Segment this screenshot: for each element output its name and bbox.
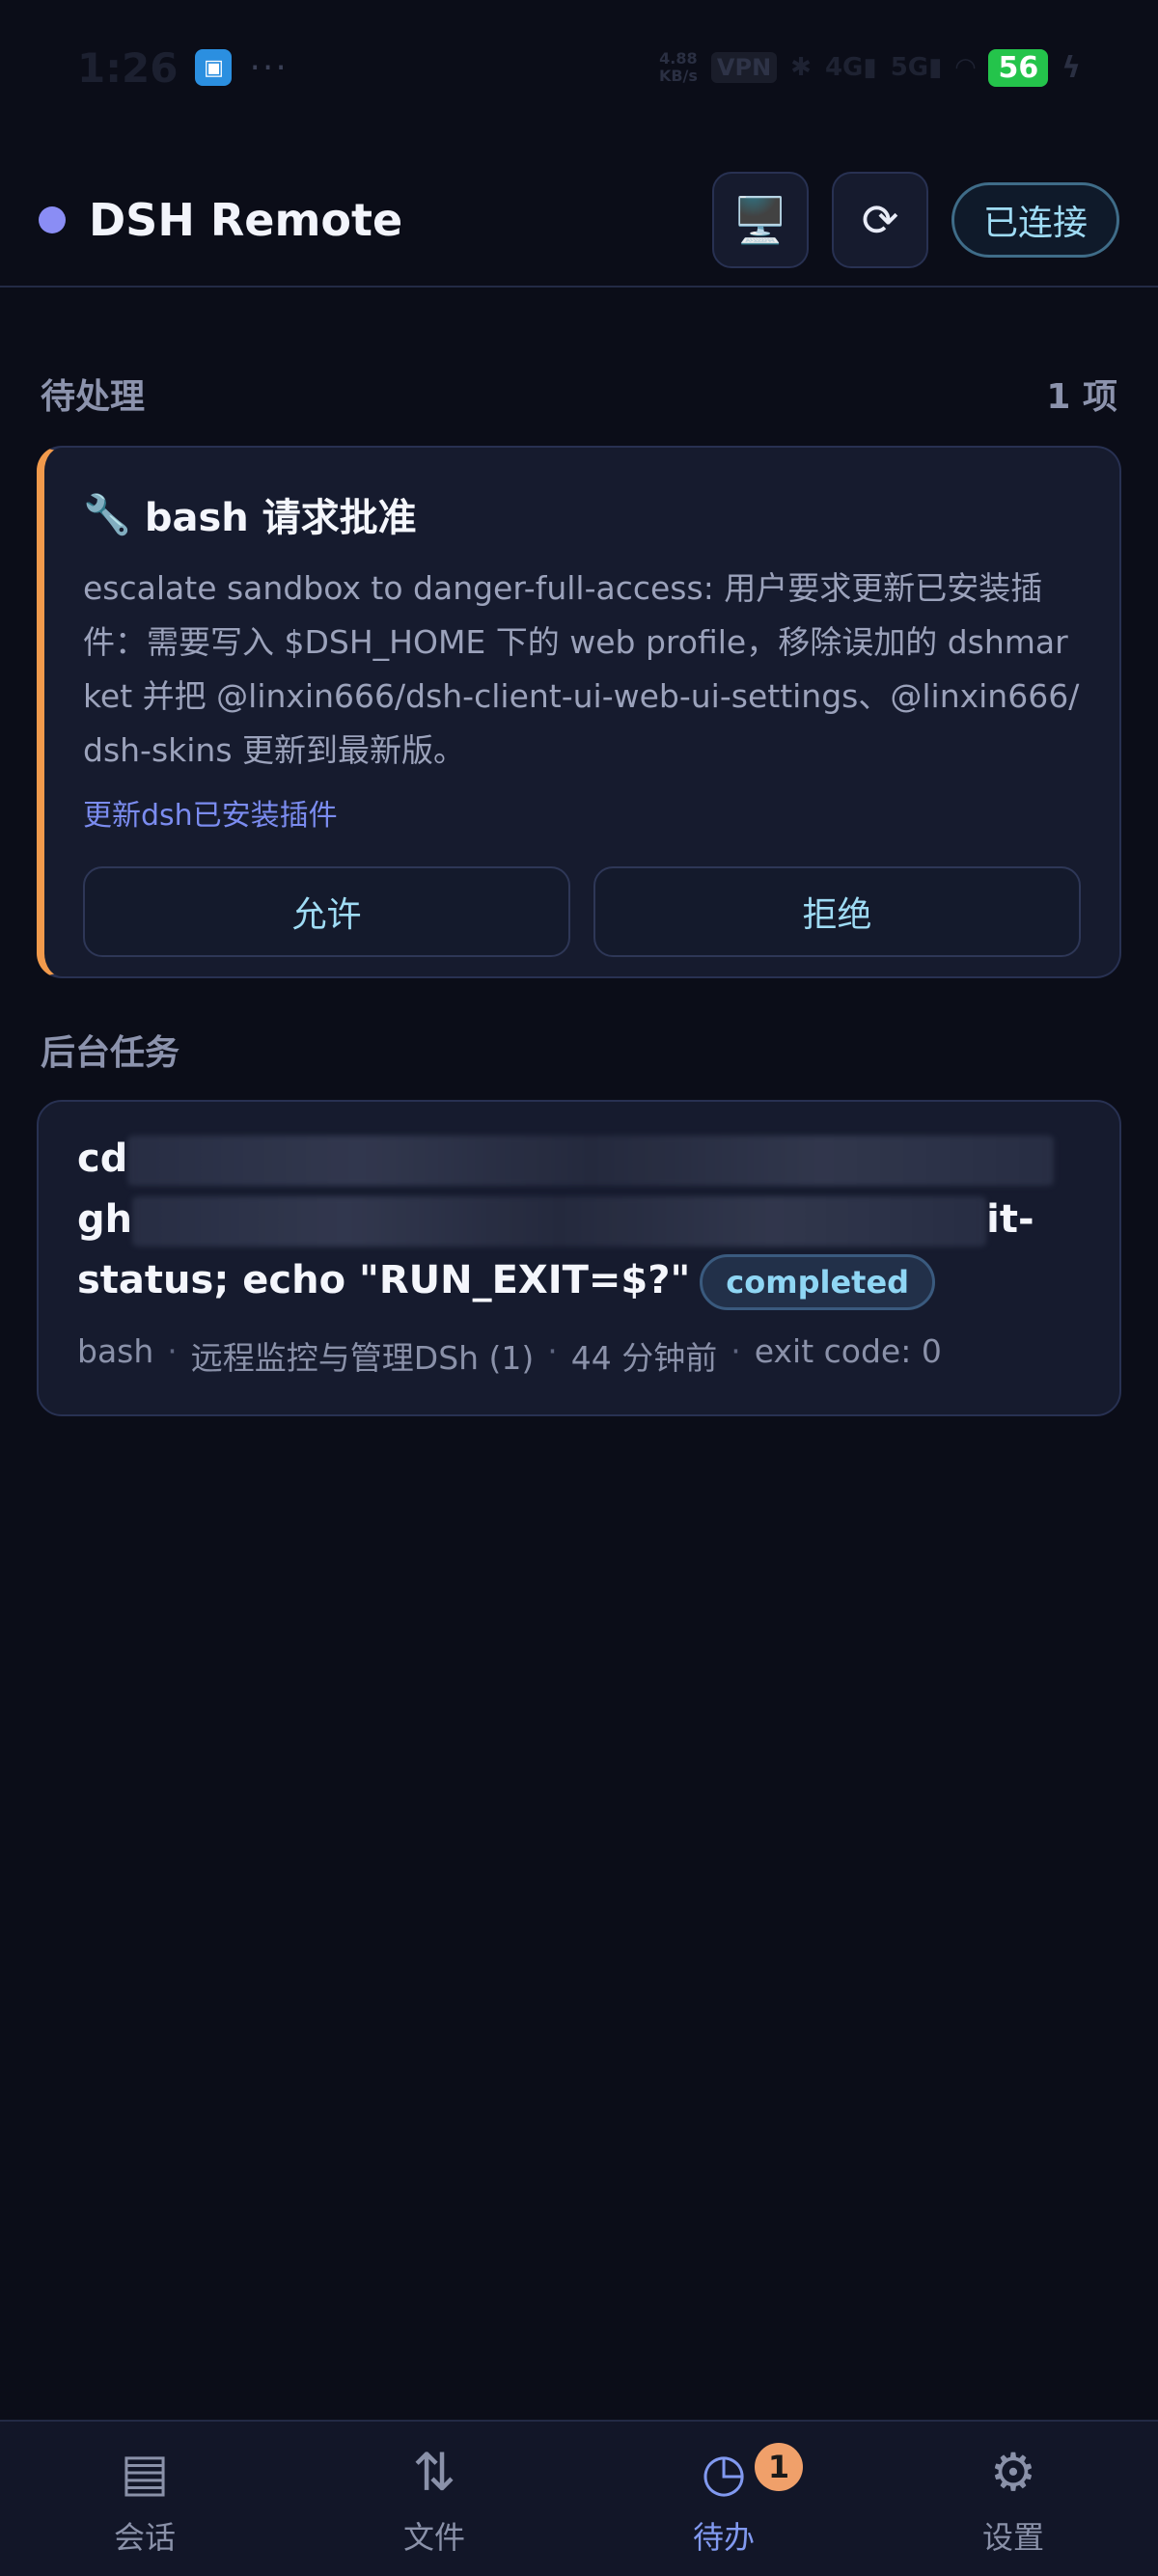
signal-4g-icon: 4G▮ — [824, 53, 877, 82]
approval-actions: 允许 拒绝 — [83, 866, 1081, 957]
nav-label: 文件 — [402, 2519, 465, 2556]
nav-label: 设置 — [981, 2519, 1044, 2556]
wrench-icon: 🔧 — [83, 492, 131, 537]
status-dot-icon — [39, 206, 66, 233]
status-bar: 1:26 ▣ ··· 4.88 KB/s VPN ✱ 4G▮ 5G▮ ◠ 56 … — [0, 0, 1158, 135]
task-tool: bash — [77, 1332, 154, 1370]
nav-item-sessions[interactable]: ▤ 会话 — [0, 2422, 290, 2576]
connection-status-button[interactable]: 已连接 — [951, 182, 1119, 258]
charging-icon: ϟ — [1062, 50, 1081, 85]
status-indicators: 4.88 KB/s VPN ✱ 4G▮ 5G▮ ◠ 56 ϟ — [658, 48, 1081, 87]
redacted-text — [132, 1196, 987, 1247]
more-notifications-icon: ··· — [249, 47, 289, 88]
meta-separator: · — [167, 1332, 178, 1370]
task-time: 44 分钟前 — [570, 1339, 718, 1377]
todo-count-badge: 1 — [755, 2443, 803, 2491]
nav-item-settings[interactable]: ⚙ 设置 — [868, 2422, 1158, 2576]
task-command: cd gh it- status; echo "RUN_EXIT=$?" compl… — [77, 1129, 1081, 1311]
reject-button[interactable]: 拒绝 — [593, 866, 1081, 957]
approval-card: 🔧 bash 请求批准 escalate sandbox to danger-f… — [37, 446, 1121, 978]
bottom-nav: ▤ 会话 ⇅ 文件 ◷ 待办 1 ⚙ 设置 — [0, 2420, 1158, 2576]
nav-label: 待办 — [692, 2519, 755, 2556]
network-speed: 4.88 KB/s — [658, 49, 698, 85]
task-card[interactable]: cd gh it- status; echo "RUN_EXIT=$?" compl… — [37, 1100, 1121, 1416]
approval-link[interactable]: 更新dsh已安装插件 — [83, 791, 1081, 834]
meta-separator: · — [547, 1332, 558, 1370]
battery-icon: 56 — [988, 48, 1049, 87]
monitor-icon: 🖥️ — [732, 193, 788, 246]
tasks-section-header: 后台任务 — [41, 1025, 1117, 1075]
nav-item-todo[interactable]: ◷ 待办 1 — [579, 2422, 868, 2576]
signal-5g-icon: 5G▮ — [890, 53, 943, 82]
task-project: 远程监控与管理DSh (1) — [190, 1339, 535, 1377]
list-icon: ▤ — [120, 2442, 170, 2503]
refresh-button[interactable]: ⟳ — [831, 172, 928, 268]
status-badge: completed — [700, 1254, 936, 1310]
app-header: DSH Remote 🖥️ ⟳ 已连接 — [0, 154, 1158, 288]
clock-icon: ◷ — [701, 2442, 747, 2503]
approval-description: escalate sandbox to danger-full-access: … — [83, 569, 1080, 769]
nav-item-files[interactable]: ⇅ 文件 — [290, 2422, 579, 2576]
status-time: 1:26 — [77, 43, 179, 92]
allow-button[interactable]: 允许 — [83, 866, 570, 957]
transfer-icon: ⇅ — [412, 2442, 456, 2503]
bluetooth-icon: ✱ — [790, 53, 812, 82]
meta-separator: · — [731, 1332, 741, 1370]
redacted-text — [127, 1136, 1055, 1186]
approval-title-text: bash 请求批准 — [144, 496, 417, 540]
task-meta: bash · 远程监控与管理DSh (1) · 44 分钟前 · exit co… — [77, 1332, 1081, 1379]
approval-title: 🔧 bash 请求批准 — [83, 486, 1081, 542]
app-notification-icon: ▣ — [195, 49, 233, 86]
pending-count: 1 项 — [1046, 377, 1117, 417]
vpn-icon: VPN — [710, 52, 778, 83]
refresh-icon: ⟳ — [861, 194, 899, 246]
screen-button[interactable]: 🖥️ — [711, 172, 809, 268]
tasks-label: 后台任务 — [41, 1033, 180, 1073]
wifi-icon: ◠ — [955, 53, 976, 82]
nav-label: 会话 — [113, 2519, 176, 2556]
gear-icon: ⚙ — [989, 2442, 1037, 2503]
app-title: DSH Remote — [89, 194, 403, 246]
pending-section-header: 待处理 1 项 — [41, 369, 1117, 419]
pending-label: 待处理 — [41, 377, 146, 417]
task-exit-code: exit code: 0 — [754, 1332, 942, 1370]
header-actions: 🖥️ ⟳ 已连接 — [711, 172, 1119, 268]
